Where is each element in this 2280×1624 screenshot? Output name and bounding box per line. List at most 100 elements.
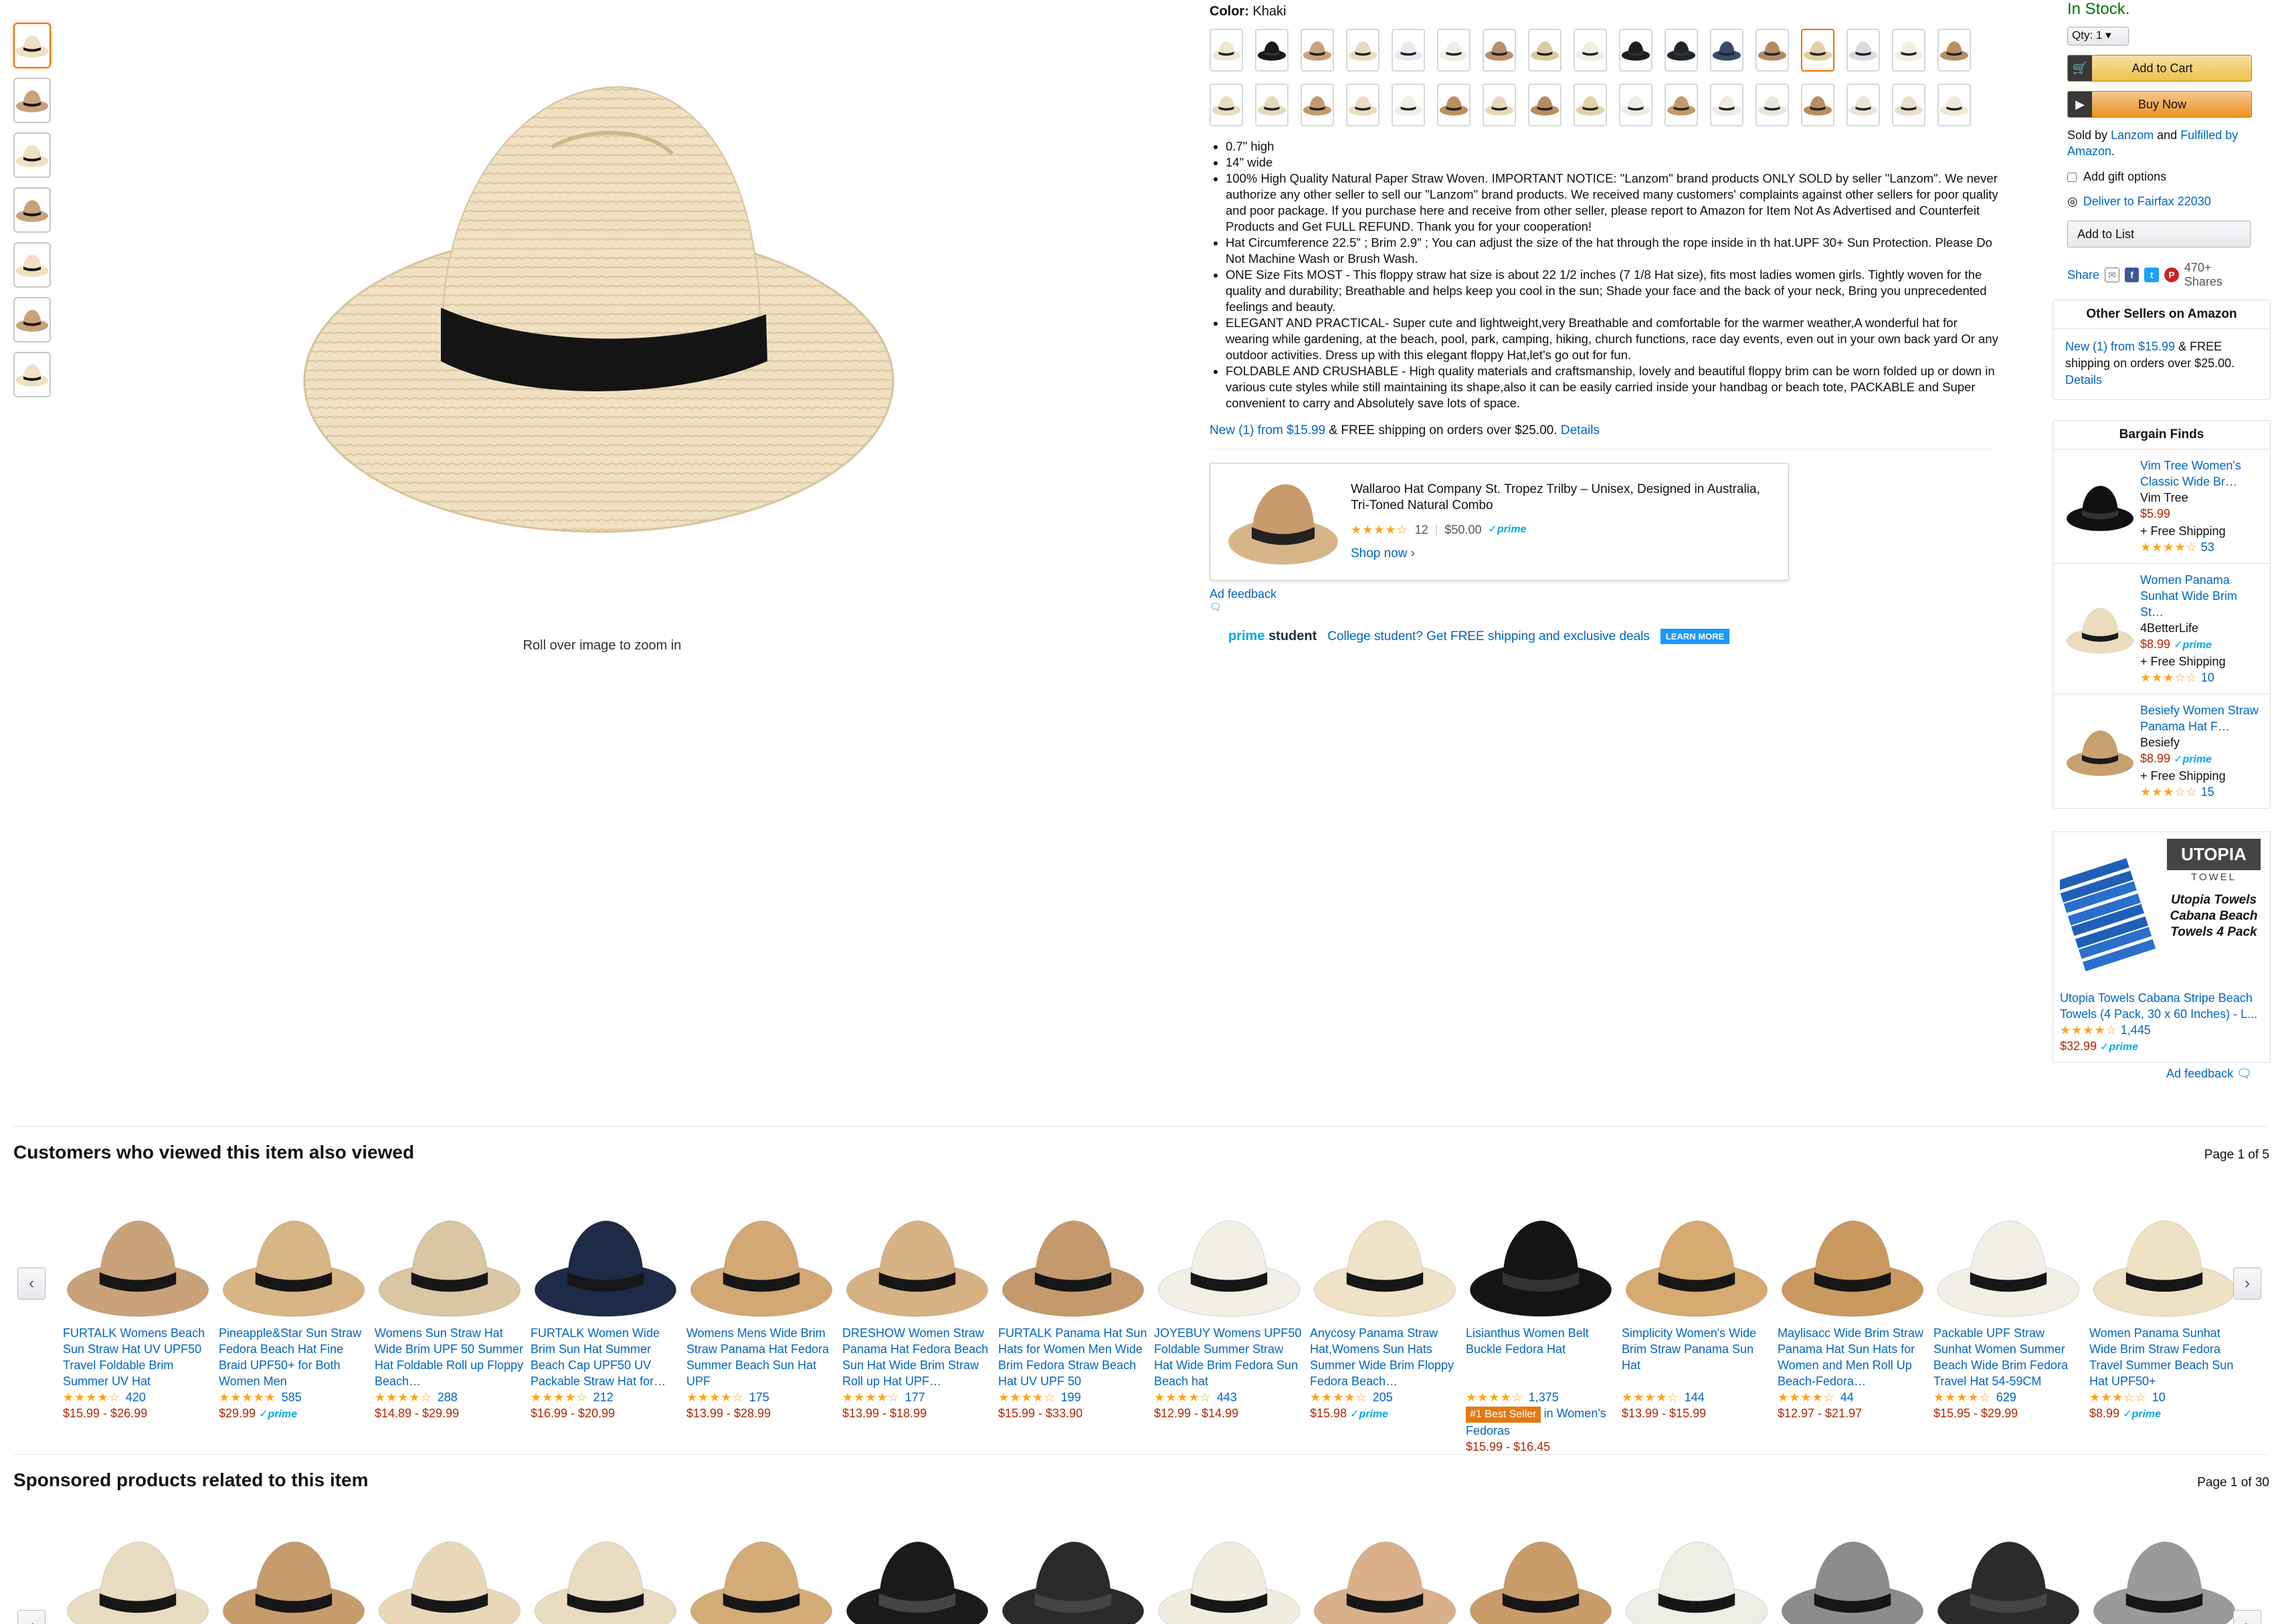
- also-viewed-item-title[interactable]: Womens Sun Straw Hat Wide Brim UPF 50 Su…: [375, 1325, 524, 1389]
- color-swatch[interactable]: [1255, 84, 1289, 126]
- prime-student-text[interactable]: College student? Get FREE shipping and e…: [1327, 629, 1650, 644]
- learn-more-button[interactable]: LEARN MORE: [1660, 629, 1730, 644]
- thumbnail-model-4[interactable]: [13, 352, 51, 397]
- also-viewed-item[interactable]: Anycosy Panama Straw Hat,Womens Sun Hats…: [1310, 1181, 1466, 1456]
- color-swatch[interactable]: [1346, 29, 1380, 72]
- bargain-item[interactable]: Vim Tree Women's Classic Wide Br… Vim Tre…: [2053, 449, 2270, 564]
- color-swatch[interactable]: [1437, 29, 1470, 72]
- color-swatch[interactable]: [1846, 84, 1880, 126]
- also-viewed-item[interactable]: Womens Mens Wide Brim Straw Panama Hat F…: [686, 1181, 842, 1456]
- also-viewed-item[interactable]: Packable UPF Straw Sunhat Women Summer B…: [1933, 1181, 2089, 1456]
- review-count[interactable]: 212: [593, 1389, 613, 1405]
- color-swatch[interactable]: [1937, 84, 1971, 126]
- ad-feedback-link[interactable]: Ad feedback: [1210, 587, 1276, 601]
- color-swatch[interactable]: [1619, 84, 1652, 126]
- color-swatch[interactable]: [1846, 29, 1880, 72]
- bargain-item-title[interactable]: Women Panama Sunhat Wide Brim St…: [2140, 573, 2237, 619]
- buy-now-button[interactable]: ▶ Buy Now: [2067, 91, 2252, 118]
- pinterest-icon[interactable]: P: [2164, 268, 2179, 282]
- also-viewed-item[interactable]: FURTALK Women Wide Brim Sun Hat Summer B…: [531, 1181, 686, 1456]
- bargain-item[interactable]: Women Panama Sunhat Wide Brim St… 4Better…: [2053, 564, 2270, 694]
- also-viewed-item-image[interactable]: [998, 1181, 1147, 1321]
- color-swatch[interactable]: [1483, 29, 1516, 72]
- right-ad-feedback-link[interactable]: Ad feedback: [2166, 1067, 2233, 1080]
- also-viewed-item[interactable]: FURTALK Panama Hat Sun Hats for Women Me…: [998, 1181, 1154, 1456]
- main-product-image[interactable]: [281, 60, 917, 555]
- also-viewed-item[interactable]: Womens Sun Straw Hat Wide Brim UPF 50 Su…: [375, 1181, 531, 1456]
- sponsored-item-image[interactable]: [2089, 1508, 2245, 1624]
- sponsored-item-image[interactable]: [375, 1508, 531, 1624]
- color-swatch[interactable]: [1574, 29, 1607, 72]
- also-viewed-item[interactable]: Pineapple&Star Sun Straw Fedora Beach Ha…: [219, 1181, 375, 1456]
- sponsored-prev-button[interactable]: ‹: [17, 1610, 45, 1624]
- thumbnail-model-1[interactable]: [13, 78, 51, 123]
- review-count[interactable]: 288: [438, 1389, 458, 1405]
- also-viewed-item[interactable]: Simplicity Women's Wide Brim Straw Panam…: [1622, 1181, 1778, 1456]
- sponsored-item-image[interactable]: [1154, 1508, 1310, 1624]
- sponsored-item-image[interactable]: [219, 1508, 375, 1624]
- color-swatch[interactable]: [1255, 29, 1289, 72]
- color-swatch[interactable]: [1301, 84, 1334, 126]
- ad-title[interactable]: Wallaroo Hat Company St. Tropez Trilby –…: [1351, 482, 1772, 514]
- sponsored-item-image[interactable]: [842, 1508, 998, 1624]
- also-viewed-item-image[interactable]: [375, 1181, 524, 1321]
- color-swatch[interactable]: [1210, 29, 1243, 72]
- color-swatch[interactable]: [1710, 84, 1743, 126]
- add-to-list-button[interactable]: Add to List: [2067, 221, 2251, 247]
- also-viewed-item-image[interactable]: [2089, 1181, 2239, 1321]
- also-viewed-item-title[interactable]: FURTALK Women Wide Brim Sun Hat Summer B…: [531, 1325, 680, 1389]
- seller-link[interactable]: Lanzom: [2111, 128, 2154, 142]
- also-viewed-item-image[interactable]: [531, 1181, 680, 1321]
- color-swatch[interactable]: [1801, 29, 1834, 72]
- also-viewed-item[interactable]: JOYEBUY Womens UPF50 Foldable Summer Str…: [1154, 1181, 1310, 1456]
- color-swatch[interactable]: [1755, 84, 1789, 126]
- thumbnail-model-2[interactable]: [13, 132, 51, 178]
- bargain-item-review-count[interactable]: 10: [2201, 671, 2214, 684]
- share-link[interactable]: Share: [2067, 268, 2099, 282]
- thumbnail-hat-top[interactable]: [13, 187, 51, 233]
- sponsored-ad-card[interactable]: Wallaroo Hat Company St. Tropez Trilby –…: [1210, 463, 1789, 581]
- color-swatch[interactable]: [1892, 29, 1925, 72]
- bargain-item-review-count[interactable]: 53: [2201, 540, 2214, 554]
- gift-checkbox[interactable]: [2067, 172, 2077, 182]
- email-icon[interactable]: ✉: [2105, 268, 2119, 282]
- thumbnail-hat-front[interactable]: [13, 23, 51, 68]
- also-viewed-item-title[interactable]: Lisianthus Women Belt Buckle Fedora Hat: [1466, 1325, 1615, 1389]
- color-swatch[interactable]: [1801, 84, 1834, 126]
- color-swatch[interactable]: [1346, 84, 1380, 126]
- deliver-link[interactable]: Deliver to Fairfax 22030: [2083, 195, 2211, 209]
- sponsored-item-image[interactable]: [63, 1508, 219, 1624]
- utopia-ad[interactable]: UTOPIA TOWEL Utopia Towels Cabana Beach …: [2053, 831, 2271, 1063]
- sponsored-next-button[interactable]: ›: [2233, 1610, 2261, 1624]
- ad-hat-image[interactable]: [1226, 472, 1340, 572]
- bargain-item-review-count[interactable]: 15: [2201, 785, 2214, 799]
- bargain-item-title[interactable]: Besiefy Women Straw Panama Hat F…: [2140, 704, 2259, 733]
- also-viewed-item-title[interactable]: Anycosy Panama Straw Hat,Womens Sun Hats…: [1310, 1325, 1459, 1389]
- review-count[interactable]: 205: [1373, 1389, 1393, 1405]
- review-count[interactable]: 177: [905, 1389, 925, 1405]
- also-viewed-item-title[interactable]: Simplicity Women's Wide Brim Straw Panam…: [1622, 1325, 1771, 1389]
- details-link[interactable]: Details: [1561, 423, 1600, 437]
- sponsored-item-image[interactable]: [998, 1508, 1154, 1624]
- review-count[interactable]: 44: [1840, 1389, 1854, 1405]
- bargain-item-image[interactable]: [2060, 458, 2140, 555]
- review-count[interactable]: 585: [282, 1389, 302, 1405]
- sponsored-item-image[interactable]: [1778, 1508, 1933, 1624]
- review-count[interactable]: 1,375: [1529, 1389, 1559, 1405]
- also-viewed-item-image[interactable]: [1154, 1181, 1303, 1321]
- also-viewed-item-image[interactable]: [219, 1181, 368, 1321]
- color-swatch[interactable]: [1528, 84, 1561, 126]
- review-count[interactable]: 420: [126, 1389, 146, 1405]
- review-count[interactable]: 443: [1217, 1389, 1237, 1405]
- utopia-ad-image[interactable]: UTOPIA TOWEL Utopia Towels Cabana Beach …: [2060, 839, 2263, 986]
- color-swatch[interactable]: [1210, 84, 1243, 126]
- bargain-item-image[interactable]: [2060, 572, 2140, 686]
- sponsored-item-image[interactable]: [1310, 1508, 1466, 1624]
- color-swatch[interactable]: [1574, 84, 1607, 126]
- color-swatch[interactable]: [1937, 29, 1971, 72]
- color-swatch[interactable]: [1301, 29, 1334, 72]
- shop-now-link[interactable]: Shop now ›: [1351, 546, 1415, 561]
- thumbnail-model-3[interactable]: [13, 297, 51, 342]
- review-count[interactable]: 175: [749, 1389, 769, 1405]
- also-viewed-item-title[interactable]: Maylisacc Wide Brim Straw Panama Hat Sun…: [1778, 1325, 1927, 1389]
